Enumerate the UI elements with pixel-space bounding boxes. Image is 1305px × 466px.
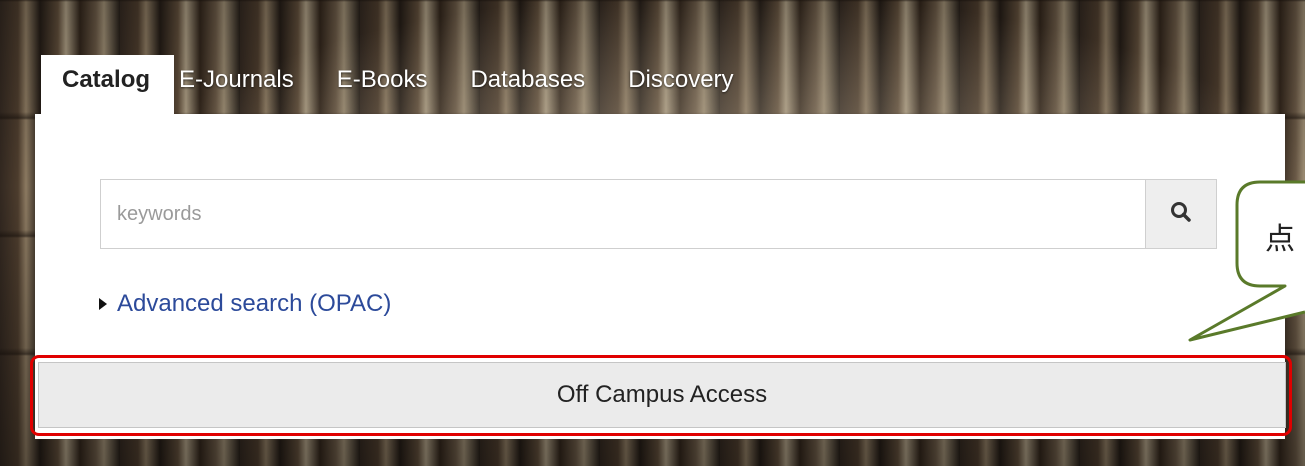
callout-bubble <box>1188 180 1305 342</box>
page: Catalog E-Journals E-Books Databases Dis… <box>0 0 1305 466</box>
callout-text: 点 <box>1265 222 1295 257</box>
